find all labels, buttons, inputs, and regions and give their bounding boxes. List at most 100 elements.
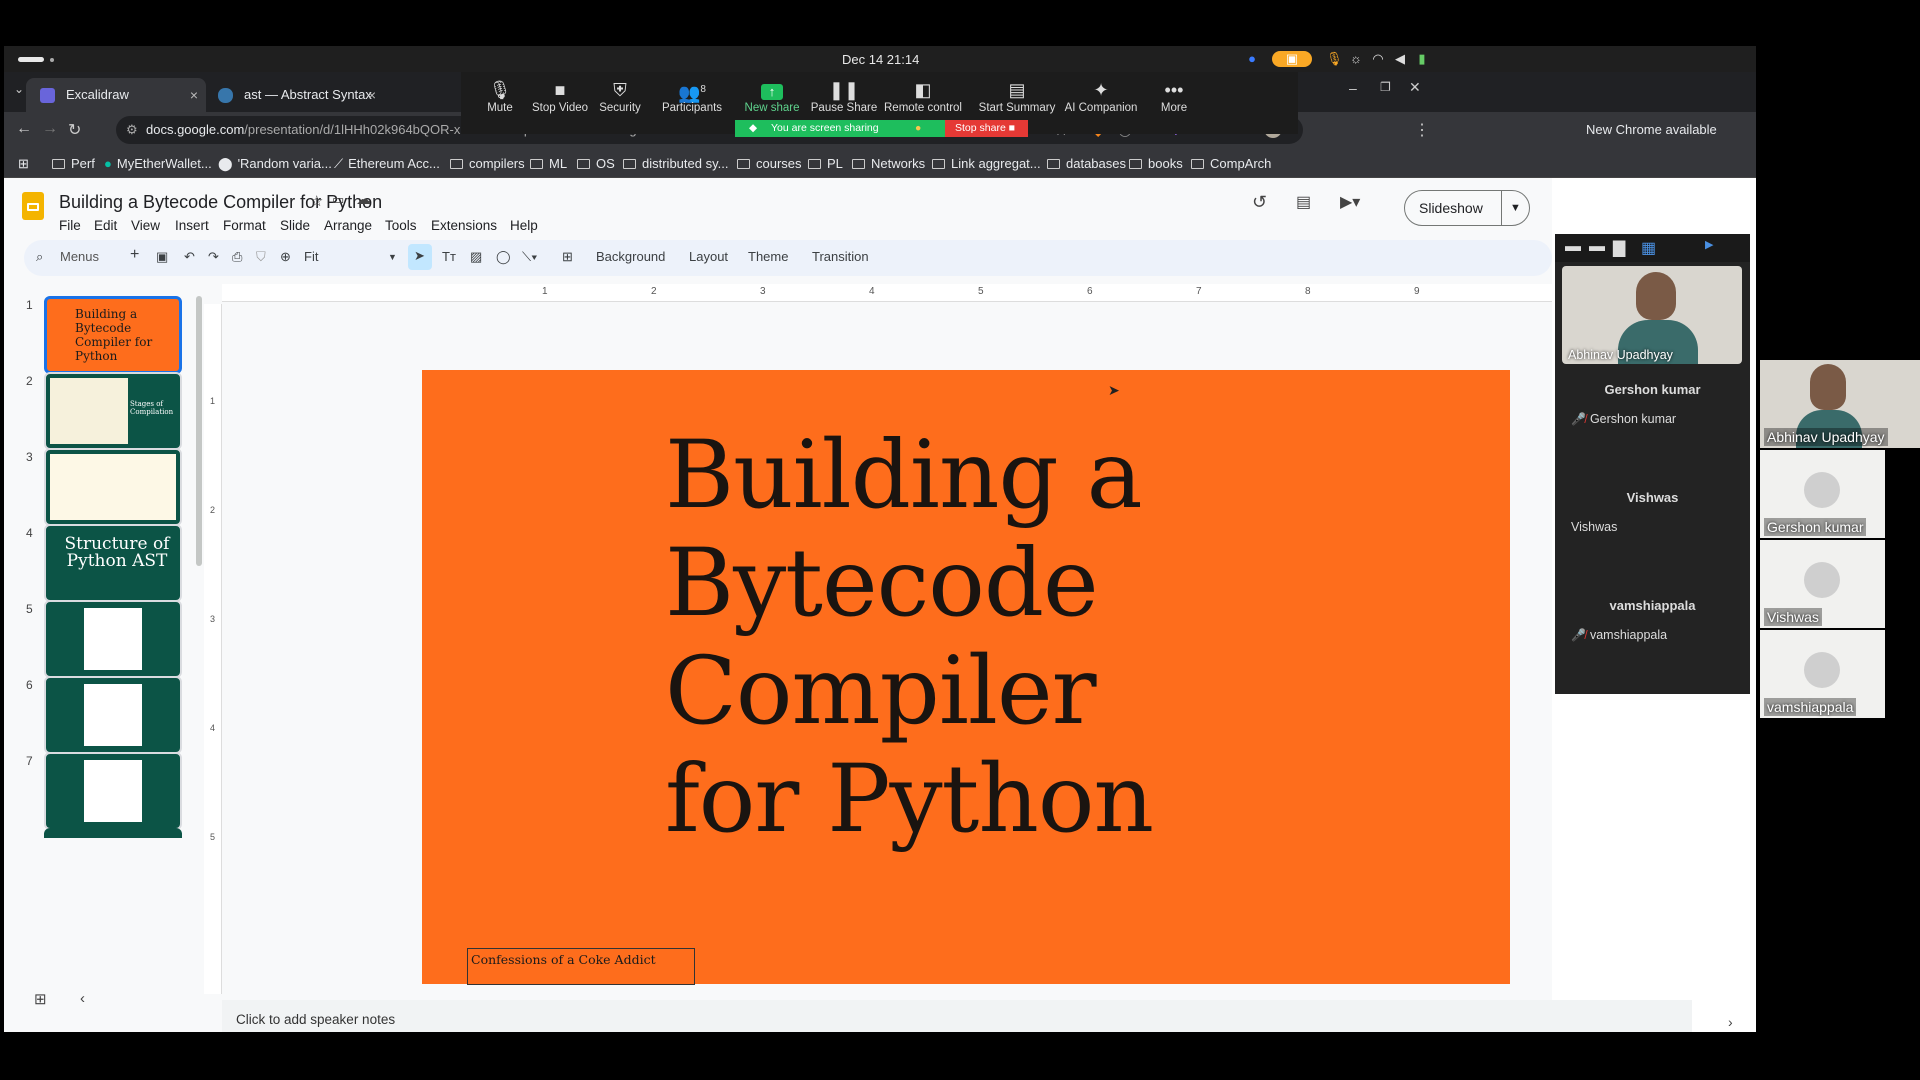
menu-insert[interactable]: Insert [175, 218, 209, 233]
speaker-view-icon[interactable]: ▇ [1613, 238, 1625, 258]
gallery-tile-video[interactable]: Abhinav Upadhyay [1760, 360, 1920, 448]
paint-format-icon[interactable]: ⛉ [256, 249, 266, 265]
wifi-icon[interactable]: ◠ [1370, 51, 1386, 67]
microphone-tray-icon[interactable]: 🎙 [1326, 51, 1343, 67]
bookmark-networks[interactable]: Networks [852, 156, 925, 171]
close-icon[interactable]: × [190, 78, 198, 112]
bookmark-databases[interactable]: databases [1047, 156, 1126, 171]
slide-thumbnail-6[interactable] [44, 676, 182, 754]
volume-icon[interactable]: ◀ [1392, 51, 1408, 67]
forward-arrow-icon[interactable]: → [42, 120, 58, 138]
strip-view-icon[interactable]: ▬ [1589, 238, 1605, 256]
undo-icon[interactable]: ↶ [184, 249, 195, 265]
slide-thumbnail-8[interactable] [44, 828, 182, 838]
comments-icon[interactable]: ▤ [1296, 192, 1311, 212]
meet-camera-icon[interactable]: ▶▾ [1340, 192, 1360, 212]
window-close-icon[interactable]: ✕ [1409, 79, 1421, 96]
star-icon[interactable]: ☆ [310, 192, 323, 210]
menus-search[interactable]: Menus [60, 249, 99, 264]
bookmark-ml[interactable]: ML [530, 156, 567, 171]
slide-thumbnail-7[interactable] [44, 752, 182, 830]
slide-title[interactable]: Building a Bytecode Compiler for Python [665, 422, 1154, 854]
print-icon[interactable]: ⎙ [232, 249, 242, 265]
bookmark-pl[interactable]: PL [808, 156, 843, 171]
menu-view[interactable]: View [131, 218, 160, 233]
new-slide-plus-icon[interactable]: + [130, 246, 139, 264]
kebab-menu-icon[interactable]: ⋮ [1414, 120, 1430, 140]
theme-button[interactable]: Theme [748, 249, 788, 264]
gallery-view-icon[interactable]: ▦ [1641, 238, 1656, 258]
restore-icon[interactable]: ❐ [1380, 80, 1391, 94]
gallery-tile[interactable]: Vishwas [1760, 540, 1885, 628]
bookmark-books[interactable]: books [1129, 156, 1183, 171]
background-button[interactable]: Background [596, 249, 665, 264]
pause-share-button[interactable]: ❚❚ Pause Share [805, 78, 883, 114]
slide-thumbnail-3[interactable] [44, 448, 182, 526]
bookmark-perf[interactable]: Perf [52, 156, 95, 171]
move-folder-icon[interactable]: ▭ [332, 192, 344, 208]
filmstrip-scrollbar[interactable] [196, 296, 202, 566]
apps-grid-icon[interactable]: ⊞ [18, 156, 29, 172]
grid-view-icon[interactable]: ⊞ [34, 990, 47, 1008]
tab-list-chevron-icon[interactable]: ⌄ [14, 82, 24, 96]
gallery-tile[interactable]: Gershon kumar [1760, 450, 1885, 538]
bookmark-random-variables[interactable]: ⬤ 'Random varia... [218, 156, 332, 172]
version-history-icon[interactable]: ↺ [1252, 192, 1267, 213]
zoom-fit-select[interactable]: Fit [304, 249, 318, 264]
menu-slide[interactable]: Slide [280, 218, 310, 233]
vertical-ruler[interactable]: 1 2 3 4 5 [204, 304, 222, 994]
clock[interactable]: Dec 14 21:14 [842, 52, 919, 67]
slide-thumbnail-5[interactable] [44, 600, 182, 678]
screen-share-tray-icon[interactable]: ▣ [1272, 51, 1312, 67]
menu-tools[interactable]: Tools [385, 218, 417, 233]
menu-help[interactable]: Help [510, 218, 538, 233]
slideshow-button[interactable]: Slideshow ▼ [1404, 190, 1530, 226]
bookmark-compilers[interactable]: compilers [450, 156, 525, 171]
side-panel-chevron-icon[interactable]: › [1728, 1014, 1733, 1030]
slide-thumbnail-2[interactable]: Stages of Compilation [44, 372, 182, 450]
brightness-icon[interactable]: ☼ [1348, 51, 1364, 67]
chevron-down-icon[interactable]: ▼ [388, 252, 397, 262]
back-arrow-icon[interactable]: ← [16, 120, 32, 138]
slide-subtitle-textbox[interactable]: Confessions of a Coke Addict [467, 948, 695, 985]
tab-excalidraw[interactable]: Excalidraw × [26, 78, 206, 112]
bookmark-courses[interactable]: courses [737, 156, 802, 171]
bookmark-link-aggregators[interactable]: Link aggregat... [932, 156, 1041, 171]
new-share-button[interactable]: ↑ New share [733, 78, 811, 114]
line-icon[interactable]: ⟍▾ [522, 249, 537, 265]
bookmark-myetherwallet[interactable]: ● MyEtherWallet... [104, 156, 212, 171]
search-icon[interactable]: ⌕ [36, 249, 43, 265]
site-info-icon[interactable]: ⚙ [126, 116, 138, 144]
security-button[interactable]: ⛨ Security [581, 78, 659, 114]
layout-icon[interactable]: ▣ [156, 249, 168, 265]
text-box-icon[interactable]: Tт [442, 249, 456, 264]
minimize-icon[interactable]: ▬ [1565, 238, 1581, 256]
gallery-tile[interactable]: vamshiappala [1760, 630, 1885, 718]
bookmark-ethereum[interactable]: ⟋ Ethereum Acc... [334, 156, 440, 172]
bookmark-distributed-systems[interactable]: distributed sy... [623, 156, 728, 171]
annotate-icon[interactable]: ● [915, 120, 921, 137]
slide-canvas[interactable]: Building a Bytecode Compiler for Python … [422, 370, 1510, 985]
menu-edit[interactable]: Edit [94, 218, 117, 233]
menu-format[interactable]: Format [223, 218, 266, 233]
more-button[interactable]: ••• More [1135, 78, 1213, 114]
remote-control-button[interactable]: ◧ Remote control [873, 78, 973, 114]
layout-button[interactable]: Layout [689, 249, 728, 264]
minimize-icon[interactable]: – [1349, 80, 1357, 96]
cloud-status-icon[interactable]: ☁ [356, 190, 371, 208]
zoom-icon[interactable]: ⊕ [280, 249, 291, 265]
image-icon[interactable]: ▨ [470, 249, 482, 265]
shape-icon[interactable]: ◯ [496, 249, 511, 265]
collapse-chevron-icon[interactable]: ‹ [80, 990, 85, 1007]
battery-icon[interactable]: ▮ [1414, 51, 1430, 67]
speaker-notes[interactable]: Click to add speaker notes [222, 1000, 1692, 1032]
participant-video-tile[interactable]: Abhinav Upadhyay [1562, 266, 1742, 364]
participants-button[interactable]: 👥8 Participants [653, 78, 731, 114]
expand-arrow-icon[interactable]: ▶ [1705, 238, 1713, 251]
select-cursor-icon[interactable]: ➤ [408, 244, 432, 270]
workspace-indicator[interactable] [18, 57, 44, 62]
bookmark-os[interactable]: OS [577, 156, 615, 171]
tab-ast[interactable]: ast — Abstract Syntax Tr × [204, 78, 384, 136]
transition-button[interactable]: Transition [812, 249, 869, 264]
chevron-down-icon[interactable]: ▼ [1501, 191, 1521, 225]
